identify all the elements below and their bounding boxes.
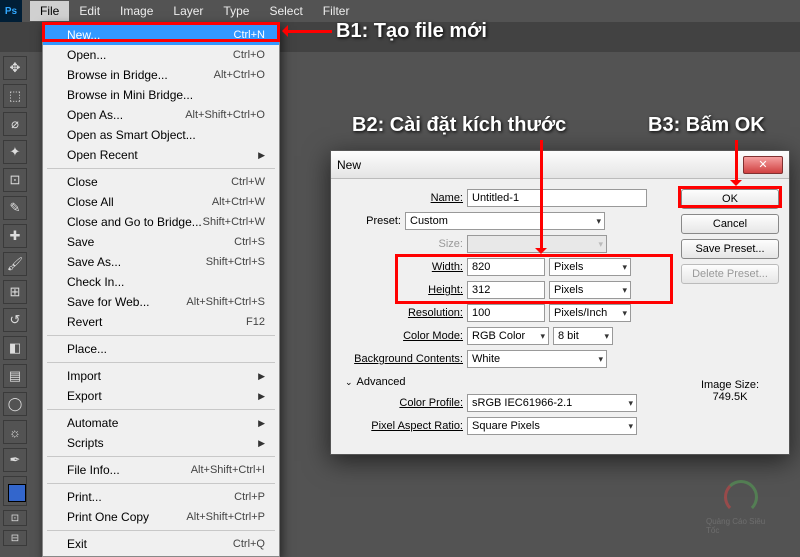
gradient-tool[interactable]: ▤ <box>3 364 27 388</box>
menu-image[interactable]: Image <box>110 1 163 21</box>
marquee-tool[interactable]: ⬚ <box>3 84 27 108</box>
file-menu-item[interactable]: Print One CopyAlt+Shift+Ctrl+P <box>43 507 279 527</box>
advanced-toggle[interactable]: ⌄ Advanced <box>345 376 671 388</box>
file-menu-item[interactable]: Print...Ctrl+P <box>43 487 279 507</box>
file-menu-item[interactable]: Check In... <box>43 272 279 292</box>
close-icon[interactable]: ✕ <box>743 156 783 174</box>
watermark: Quảng Cáo Siêu Tốc <box>706 477 776 537</box>
aspect-select[interactable]: Square Pixels <box>467 417 637 435</box>
mode-toggle[interactable]: ⊡ <box>3 510 27 526</box>
file-menu-item[interactable]: Browse in Mini Bridge... <box>43 85 279 105</box>
width-input[interactable] <box>467 258 545 276</box>
resolution-label: Resolution: <box>341 307 463 319</box>
app-icon: Ps <box>0 0 22 22</box>
crop-tool[interactable]: ⊡ <box>3 168 27 192</box>
stamp-tool[interactable]: ⊞ <box>3 280 27 304</box>
height-unit-select[interactable]: Pixels <box>549 281 631 299</box>
colormode-label: Color Mode: <box>341 330 463 342</box>
file-menu-item[interactable]: Close AllAlt+Ctrl+W <box>43 192 279 212</box>
depth-select[interactable]: 8 bit <box>553 327 613 345</box>
eyedrop-tool[interactable]: ✎ <box>3 196 27 220</box>
height-input[interactable] <box>467 281 545 299</box>
blur-tool[interactable]: ◯ <box>3 392 27 416</box>
resolution-unit-select[interactable]: Pixels/Inch <box>549 304 631 322</box>
lasso-tool[interactable]: ⌀ <box>3 112 27 136</box>
annotation-b2: B2: Cài đặt kích thước <box>352 114 566 137</box>
file-menu-item[interactable]: ExitCtrl+Q <box>43 534 279 554</box>
menu-type[interactable]: Type <box>213 1 259 21</box>
file-menu-item[interactable]: Place... <box>43 339 279 359</box>
dialog-titlebar[interactable]: New ✕ <box>331 151 789 179</box>
profile-select[interactable]: sRGB IEC61966-2.1 <box>467 394 637 412</box>
toolbar: ✥ ⬚ ⌀ ✦ ⊡ ✎ ✚ 🖌 ⊞ ↺ ◧ ▤ ◯ ☼ ✒ ⊡ ⊟ <box>0 52 30 550</box>
file-menu-item[interactable]: SaveCtrl+S <box>43 232 279 252</box>
size-label: Size: <box>341 238 463 250</box>
history-tool[interactable]: ↺ <box>3 308 27 332</box>
menubar: Ps FileEditImageLayerTypeSelectFilter <box>0 0 800 22</box>
arrow-b1 <box>284 30 332 33</box>
file-menu-item[interactable]: Browse in Bridge...Alt+Ctrl+O <box>43 65 279 85</box>
dodge-tool[interactable]: ☼ <box>3 420 27 444</box>
file-menu-item[interactable]: CloseCtrl+W <box>43 172 279 192</box>
new-document-dialog: New ✕ Name: Preset: Custom Size: Width: … <box>330 150 790 455</box>
arrow-b3 <box>735 140 738 184</box>
heal-tool[interactable]: ✚ <box>3 224 27 248</box>
bg-label: Background Contents: <box>341 353 463 365</box>
file-menu-item[interactable]: Open As...Alt+Shift+Ctrl+O <box>43 105 279 125</box>
height-label: Height: <box>341 284 463 296</box>
file-menu-item[interactable]: File Info...Alt+Shift+Ctrl+I <box>43 460 279 480</box>
eraser-tool[interactable]: ◧ <box>3 336 27 360</box>
brush-tool[interactable]: 🖌 <box>3 252 27 276</box>
menu-edit[interactable]: Edit <box>69 1 110 21</box>
bg-select[interactable]: White <box>467 350 607 368</box>
chevron-down-icon: ⌄ <box>345 377 353 388</box>
file-menu-item[interactable]: Save As...Shift+Ctrl+S <box>43 252 279 272</box>
move-tool[interactable]: ✥ <box>3 56 27 80</box>
name-input[interactable] <box>467 189 647 207</box>
file-menu-item[interactable]: Automate <box>43 413 279 433</box>
file-menu-item[interactable]: New...Ctrl+N <box>43 25 279 45</box>
file-menu-dropdown: New...Ctrl+NOpen...Ctrl+OBrowse in Bridg… <box>42 22 280 557</box>
wand-tool[interactable]: ✦ <box>3 140 27 164</box>
menu-layer[interactable]: Layer <box>163 1 213 21</box>
image-size-info: Image Size: 749.5K <box>681 379 779 403</box>
annotation-b3: B3: Bấm OK <box>648 114 765 137</box>
menu-file[interactable]: File <box>30 1 69 21</box>
save-preset-button[interactable]: Save Preset... <box>681 239 779 259</box>
mode-toggle[interactable]: ⊟ <box>3 530 27 546</box>
file-menu-item[interactable]: Scripts <box>43 433 279 453</box>
menu-filter[interactable]: Filter <box>313 1 360 21</box>
aspect-label: Pixel Aspect Ratio: <box>341 420 463 432</box>
resolution-input[interactable] <box>467 304 545 322</box>
file-menu-item[interactable]: RevertF12 <box>43 312 279 332</box>
width-unit-select[interactable]: Pixels <box>549 258 631 276</box>
pen-tool[interactable]: ✒ <box>3 448 27 472</box>
file-menu-item[interactable]: Export <box>43 386 279 406</box>
cancel-button[interactable]: Cancel <box>681 214 779 234</box>
color-swatch[interactable] <box>3 476 27 506</box>
ok-button[interactable]: OK <box>681 189 779 209</box>
profile-label: Color Profile: <box>341 397 463 409</box>
width-label: Width: <box>341 261 463 273</box>
preset-select[interactable]: Custom <box>405 212 605 230</box>
file-menu-item[interactable]: Open Recent <box>43 145 279 165</box>
menu-select[interactable]: Select <box>259 1 312 21</box>
file-menu-item[interactable]: Open as Smart Object... <box>43 125 279 145</box>
arrow-b2 <box>540 140 543 252</box>
preset-label: Preset: <box>341 215 401 227</box>
name-label: Name: <box>341 192 463 204</box>
file-menu-item[interactable]: Close and Go to Bridge...Shift+Ctrl+W <box>43 212 279 232</box>
file-menu-item[interactable]: Open...Ctrl+O <box>43 45 279 65</box>
delete-preset-button: Delete Preset... <box>681 264 779 284</box>
file-menu-item[interactable]: Save for Web...Alt+Shift+Ctrl+S <box>43 292 279 312</box>
file-menu-item[interactable]: Import <box>43 366 279 386</box>
colormode-select[interactable]: RGB Color <box>467 327 549 345</box>
